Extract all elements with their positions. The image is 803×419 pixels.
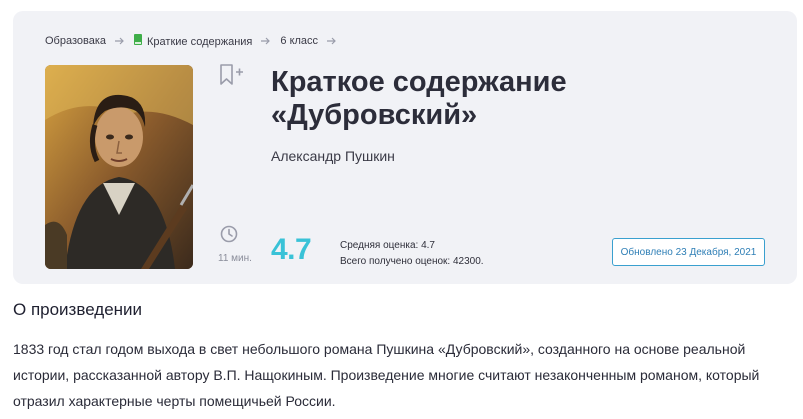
book-icon xyxy=(134,34,143,45)
breadcrumb-item-home[interactable]: Образовака xyxy=(45,35,106,47)
arrow-right-icon xyxy=(261,37,271,45)
page-title: Краткое содержание «Дубровский» xyxy=(271,66,691,132)
rating-average: Средняя оценка: 4.7 xyxy=(340,240,435,251)
breadcrumb-item-summaries[interactable]: Краткие содержания xyxy=(134,34,252,48)
page-title-line1: Краткое содержание xyxy=(271,66,567,98)
about-text: 1833 год стал годом выхода в свет неболь… xyxy=(13,341,760,409)
breadcrumb: Образовака Краткие содержания 6 класс xyxy=(45,33,346,49)
arrow-right-icon xyxy=(327,37,337,45)
clock-icon xyxy=(220,225,238,243)
breadcrumb-item-summaries-label: Краткие содержания xyxy=(147,36,253,48)
book-header-card: Образовака Краткие содержания 6 класс Кр… xyxy=(13,11,797,284)
rating-total: Всего получено оценок: 42300. xyxy=(340,256,484,267)
bookmark-plus-icon[interactable] xyxy=(218,64,244,86)
book-cover-image xyxy=(45,65,193,269)
updated-badge: Обновлено 23 Декабря, 2021 xyxy=(612,238,765,266)
author-name[interactable]: Александр Пушкин xyxy=(271,148,395,164)
page-title-line2: «Дубровский» xyxy=(271,99,478,131)
reading-time: 11 мин. xyxy=(218,253,252,264)
rating-value: 4.7 xyxy=(271,233,312,266)
breadcrumb-item-grade[interactable]: 6 класс xyxy=(280,35,318,47)
about-heading: О произведении xyxy=(13,300,143,319)
rating-info: Средняя оценка: 4.7 Всего получено оцено… xyxy=(340,238,484,270)
arrow-right-icon xyxy=(115,37,125,45)
